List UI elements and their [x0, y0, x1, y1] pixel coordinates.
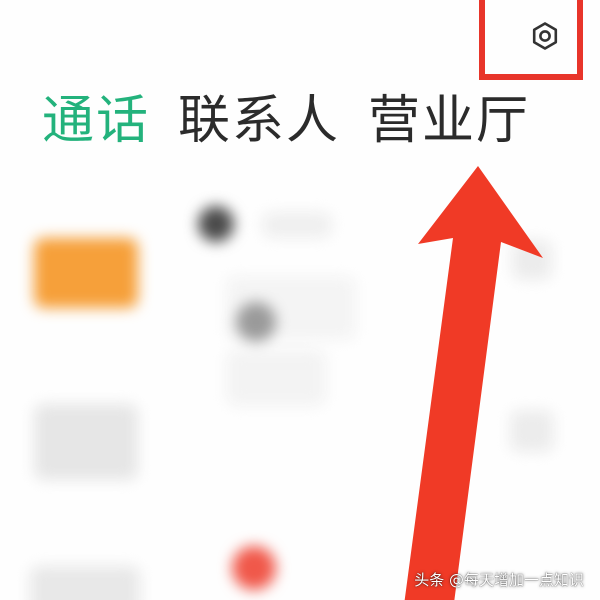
list-item	[510, 410, 554, 452]
avatar	[198, 206, 234, 242]
tab-calls[interactable]: 通话	[42, 86, 150, 156]
tab-business-hall[interactable]: 营业厅	[368, 86, 530, 156]
tab-bar: 通话 联系人 营业厅	[42, 86, 530, 156]
list-item	[226, 350, 326, 406]
watermark: 头条 @每天增加一点知识	[414, 571, 584, 589]
list-item	[512, 240, 552, 280]
settings-button[interactable]	[520, 14, 570, 58]
tab-contacts[interactable]: 联系人	[178, 86, 340, 156]
avatar	[34, 404, 138, 480]
list-item	[262, 212, 332, 238]
settings-gear-icon	[532, 22, 558, 50]
avatar	[34, 238, 138, 308]
avatar	[232, 546, 276, 590]
phone-screen: 通话 联系人 营业厅 头条 @每天增加一点知识	[0, 0, 600, 600]
avatar	[236, 302, 276, 342]
avatar	[30, 566, 140, 600]
